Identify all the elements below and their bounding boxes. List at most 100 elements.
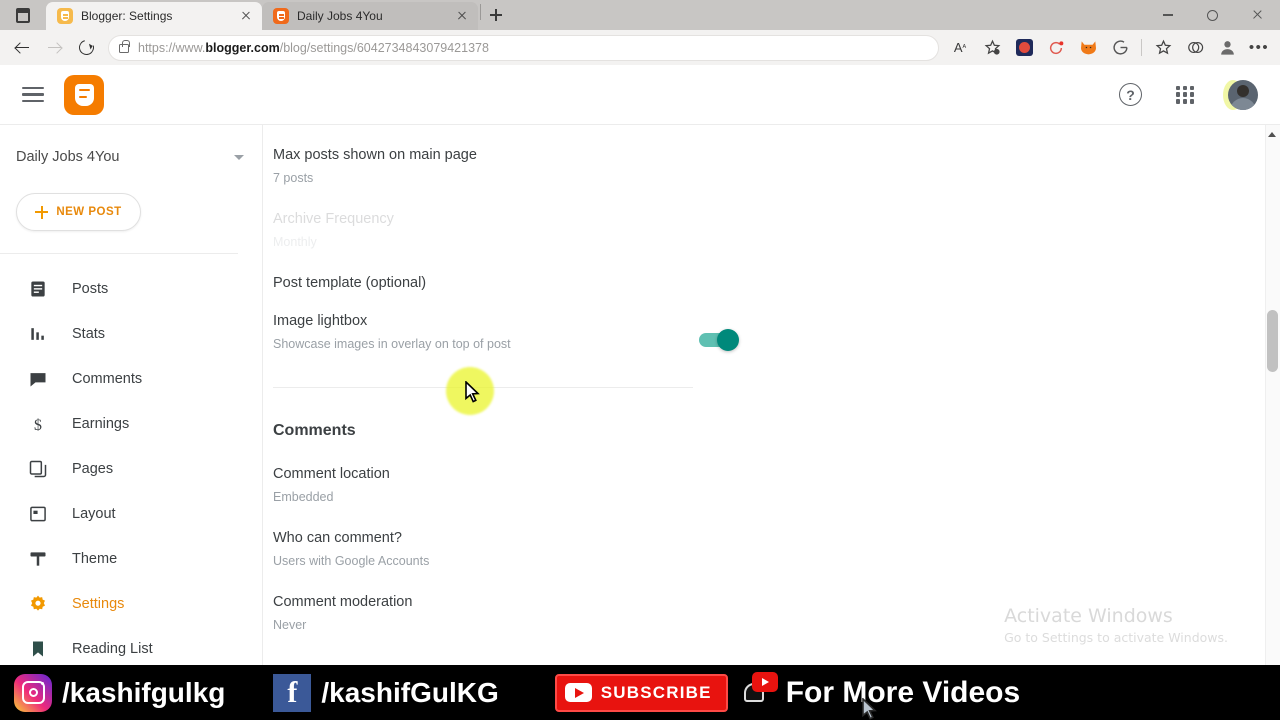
browser-tab-0[interactable]: Blogger: Settings xyxy=(46,2,262,30)
subscribe-label: SUBSCRIBE xyxy=(600,682,712,702)
instagram-item[interactable]: /kashifgulkg xyxy=(14,673,226,712)
setting-title: Comment location xyxy=(273,466,390,482)
more-options-icon[interactable]: ••• xyxy=(1244,34,1274,62)
url-scheme: https://www. xyxy=(138,40,206,55)
lock-icon xyxy=(119,40,130,53)
sidebar-item-settings[interactable]: Settings xyxy=(0,581,262,626)
instagram-handle: /kashifgulkg xyxy=(62,676,226,708)
back-arrow-icon xyxy=(15,40,30,55)
forward-arrow-icon xyxy=(47,40,62,55)
extension-refresh-icon[interactable] xyxy=(1041,34,1071,62)
layout-icon xyxy=(28,504,48,524)
account-avatar[interactable] xyxy=(1228,79,1258,110)
navigation-bar: https://www.blogger.com/blog/settings/60… xyxy=(0,30,1280,65)
sidebar-item-layout[interactable]: Layout xyxy=(0,491,262,536)
setting-value: Monthly xyxy=(273,235,317,249)
facebook-item[interactable]: f /kashifGulKG xyxy=(273,673,499,712)
setting-image-lightbox[interactable]: Image lightbox Showcase images in overla… xyxy=(273,313,1280,351)
blog-selector[interactable]: Daily Jobs 4You xyxy=(0,143,262,171)
maximize-button[interactable] xyxy=(1190,0,1235,30)
forward-button[interactable] xyxy=(38,33,70,63)
setting-title: Archive Frequency xyxy=(273,211,394,227)
sidebar-label-earnings: Earnings xyxy=(72,415,130,432)
tab-title-1: Daily Jobs 4You xyxy=(297,9,383,23)
facebook-icon: f xyxy=(273,673,312,712)
posts-icon xyxy=(28,279,48,299)
extension-app-icon[interactable] xyxy=(1009,34,1039,62)
reload-icon xyxy=(75,37,97,58)
promo-banner: /kashifgulkg f /kashifGulKG SUBSCRIBE Fo… xyxy=(0,665,1280,720)
new-post-label: NEW POST xyxy=(56,206,122,218)
tab-close-icon-1[interactable] xyxy=(454,8,470,24)
back-button[interactable] xyxy=(6,33,38,63)
earnings-icon: $ xyxy=(28,414,48,434)
profile-icon[interactable] xyxy=(1212,34,1242,62)
sidebar-item-pages[interactable]: Pages xyxy=(0,446,262,491)
tab-search-icon[interactable] xyxy=(16,7,30,23)
sidebar-item-theme[interactable]: Theme xyxy=(0,536,262,581)
blogger-logo-icon[interactable] xyxy=(64,74,104,115)
youtube-play-icon xyxy=(564,683,592,702)
blogger-favicon-dark-icon xyxy=(273,8,289,24)
scroll-up-arrow-icon[interactable] xyxy=(1268,130,1277,139)
sidebar-item-stats[interactable]: Stats xyxy=(0,311,262,356)
plus-icon xyxy=(35,205,49,219)
avatar-wrapper[interactable] xyxy=(1223,79,1258,110)
chevron-down-icon[interactable] xyxy=(234,154,244,160)
setting-max-posts[interactable]: Max posts shown on main page 7 posts xyxy=(273,147,1280,185)
tab-actions-menu[interactable] xyxy=(0,0,46,30)
toolbar-icons: Aᴬ ••• xyxy=(945,34,1274,62)
setting-value: 7 posts xyxy=(273,171,314,185)
setting-title: Post template (optional) xyxy=(273,275,427,291)
sidebar-item-comments[interactable]: Comments xyxy=(0,356,262,401)
image-lightbox-toggle[interactable] xyxy=(699,329,739,351)
favorites-add-icon[interactable] xyxy=(977,34,1007,62)
sidebar: Daily Jobs 4You NEW POST Posts Stats Com… xyxy=(0,125,262,665)
setting-who-can-comment[interactable]: Who can comment? Users with Google Accou… xyxy=(273,530,1280,568)
setting-comment-location[interactable]: Comment location Embedded xyxy=(273,466,1280,504)
hamburger-menu-icon[interactable] xyxy=(22,86,44,103)
scrollbar-thumb[interactable] xyxy=(1267,310,1278,372)
settings-gear-icon xyxy=(28,594,48,614)
ext-app-glyph xyxy=(1015,39,1033,56)
read-aloud-icon[interactable]: Aᴬ xyxy=(945,34,975,62)
setting-comment-moderation[interactable]: Comment moderation Never xyxy=(273,594,1280,632)
mouse-cursor xyxy=(465,381,481,405)
subscribe-button[interactable]: SUBSCRIBE xyxy=(554,673,728,712)
sidebar-label-posts: Posts xyxy=(72,280,109,297)
browser-tab-1[interactable]: Daily Jobs 4You xyxy=(262,2,478,30)
new-post-button[interactable]: NEW POST xyxy=(16,193,141,231)
address-bar[interactable]: https://www.blogger.com/blog/settings/60… xyxy=(108,34,939,61)
sidebar-label-comments: Comments xyxy=(72,370,143,387)
app-header-actions: ? xyxy=(1119,79,1258,110)
setting-description: Showcase images in overlay on top of pos… xyxy=(273,337,511,351)
extension-ghost-icon[interactable] xyxy=(1105,34,1135,62)
sidebar-label-theme: Theme xyxy=(72,550,118,567)
reload-button[interactable] xyxy=(70,33,102,63)
theme-icon xyxy=(28,549,48,569)
minimize-button[interactable] xyxy=(1145,0,1190,30)
collections-icon[interactable] xyxy=(1148,34,1178,62)
extension-fox-icon[interactable] xyxy=(1073,34,1103,62)
watermark-subtitle: Go to Settings to activate Windows. xyxy=(1004,630,1228,645)
facebook-handle: /kashifGulKG xyxy=(321,676,499,708)
setting-archive-frequency[interactable]: Archive Frequency Monthly xyxy=(273,211,1280,249)
sidebar-label-stats: Stats xyxy=(72,325,106,342)
setting-title: Comment moderation xyxy=(273,594,413,610)
setting-title: Image lightbox xyxy=(273,313,368,329)
help-icon[interactable]: ? xyxy=(1119,83,1142,106)
close-button[interactable] xyxy=(1235,0,1280,30)
banner-tagline: For More Videos xyxy=(785,675,1021,709)
sidebar-item-posts[interactable]: Posts xyxy=(0,266,262,311)
sidebar-label-layout: Layout xyxy=(72,505,116,522)
new-tab-button[interactable] xyxy=(482,1,510,29)
content-scrollbar[interactable] xyxy=(1265,125,1280,665)
tab-close-icon-0[interactable] xyxy=(238,8,254,24)
browser-essentials-icon[interactable] xyxy=(1180,34,1210,62)
setting-title: Who can comment? xyxy=(273,530,402,546)
app-body: Daily Jobs 4You NEW POST Posts Stats Com… xyxy=(0,125,1280,665)
setting-post-template[interactable]: Post template (optional) xyxy=(273,275,1280,291)
google-apps-icon[interactable] xyxy=(1176,85,1194,104)
setting-value: Embedded xyxy=(273,490,334,504)
sidebar-item-earnings[interactable]: $ Earnings xyxy=(0,401,262,446)
